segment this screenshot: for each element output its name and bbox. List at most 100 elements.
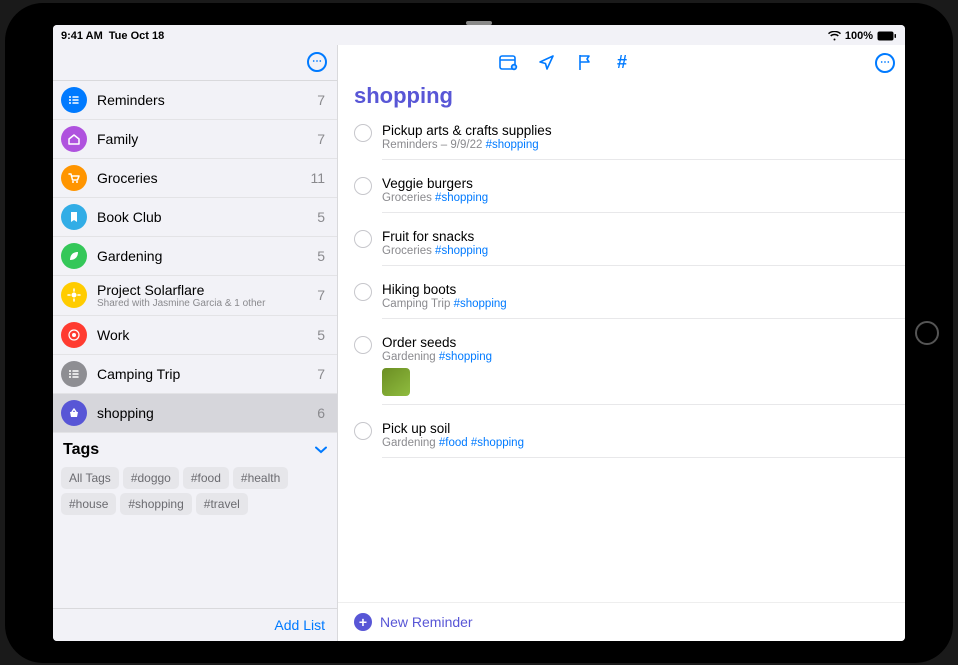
reminder-title: Hiking boots — [382, 282, 905, 297]
sidebar-item-groceries[interactable]: Groceries 11 — [53, 159, 337, 198]
list-count: 5 — [317, 327, 325, 343]
location-icon[interactable] — [536, 53, 556, 73]
reminder-thumbnail[interactable] — [382, 368, 410, 396]
sun-icon — [61, 282, 87, 308]
detail-more-button[interactable]: ⋯ — [875, 53, 895, 73]
tag-chip[interactable]: #travel — [196, 493, 248, 515]
reminder-subtitle: Groceries #shopping — [382, 192, 905, 204]
list-count: 5 — [317, 248, 325, 264]
sidebar-item-family[interactable]: Family 7 — [53, 120, 337, 159]
reminder-item[interactable]: Order seedsGardening #shopping — [338, 327, 905, 413]
sidebar-item-camping-trip[interactable]: Camping Trip 7 — [53, 355, 337, 394]
tags-header[interactable]: Tags — [61, 437, 329, 463]
ipad-bezel: 9:41 AM Tue Oct 18 100% ⋯ Reminders7Fami… — [5, 3, 953, 663]
detail-pane: # ⋯ shopping Pickup arts & crafts suppli… — [338, 45, 905, 641]
reminder-subtitle: Groceries #shopping — [382, 245, 905, 257]
sidebar-item-book-club[interactable]: Book Club 5 — [53, 198, 337, 237]
reminder-item[interactable]: Fruit for snacksGroceries #shopping — [338, 221, 905, 274]
list-count: 5 — [317, 209, 325, 225]
list-name: Work — [97, 327, 307, 343]
list-count: 7 — [317, 92, 325, 108]
list-count: 7 — [317, 287, 325, 303]
reminder-title: Fruit for snacks — [382, 229, 905, 244]
list-count: 11 — [310, 170, 325, 186]
calendar-icon[interactable] — [498, 53, 518, 73]
list-subtitle: Shared with Jasmine Garcia & 1 other — [97, 298, 307, 309]
cart-icon — [61, 165, 87, 191]
battery-icon — [877, 31, 897, 41]
reminder-checkbox[interactable] — [354, 336, 372, 354]
status-date: Tue Oct 18 — [109, 30, 164, 42]
reminder-item[interactable]: Pick up soilGardening #food #shopping — [338, 413, 905, 466]
reminder-checkbox[interactable] — [354, 177, 372, 195]
tag-chip[interactable]: #doggo — [123, 467, 179, 489]
grabber-pill — [466, 21, 492, 25]
sidebar-lists: Reminders7Family7Groceries11Book Club5Ga… — [53, 81, 337, 433]
reminder-item[interactable]: Pickup arts & crafts suppliesReminders –… — [338, 115, 905, 168]
tag-chip[interactable]: #health — [233, 467, 288, 489]
list-name: Project Solarflare — [97, 282, 307, 298]
list-count: 7 — [317, 366, 325, 382]
reminder-checkbox[interactable] — [354, 422, 372, 440]
list-name: Reminders — [97, 92, 307, 108]
sidebar: ⋯ Reminders 7 Family 7 Groceries 11 Book Club 5… — [53, 45, 338, 641]
hashtag-icon[interactable]: # — [612, 53, 632, 73]
home-button[interactable] — [915, 321, 939, 345]
list-count: 6 — [317, 405, 325, 421]
plus-icon: + — [354, 613, 372, 631]
add-list-label: Add List — [274, 617, 325, 633]
list-name: shopping — [97, 405, 307, 421]
tags-title: Tags — [63, 441, 99, 459]
list-icon — [61, 361, 87, 387]
sidebar-more-button[interactable]: ⋯ — [307, 52, 327, 72]
reminder-item[interactable]: Hiking bootsCamping Trip #shopping — [338, 274, 905, 327]
tag-chip[interactable]: #food — [183, 467, 229, 489]
reminder-subtitle: Camping Trip #shopping — [382, 298, 905, 310]
sidebar-item-work[interactable]: Work 5 — [53, 316, 337, 355]
tag-chip[interactable]: All Tags — [61, 467, 119, 489]
detail-toolbar: # — [498, 53, 632, 73]
bookmark-icon — [61, 204, 87, 230]
detail-title: shopping — [338, 81, 905, 115]
new-reminder-label: New Reminder — [380, 614, 473, 630]
list-icon — [61, 87, 87, 113]
tag-chip[interactable]: #shopping — [120, 493, 191, 515]
sidebar-item-project-solarflare[interactable]: Project SolarflareShared with Jasmine Ga… — [53, 276, 337, 316]
chevron-down-icon — [315, 441, 327, 459]
reminder-subtitle: Gardening #shopping — [382, 351, 905, 363]
reminder-subtitle: Reminders – 9/9/22 #shopping — [382, 139, 905, 151]
list-name: Groceries — [97, 170, 300, 186]
screen: 9:41 AM Tue Oct 18 100% ⋯ Reminders7Fami… — [53, 25, 905, 641]
sidebar-item-reminders[interactable]: Reminders 7 — [53, 81, 337, 120]
leaf-icon — [61, 243, 87, 269]
reminder-title: Order seeds — [382, 335, 905, 350]
reminders-list: Pickup arts & crafts suppliesReminders –… — [338, 115, 905, 602]
sidebar-item-shopping[interactable]: shopping 6 — [53, 394, 337, 433]
reminder-checkbox[interactable] — [354, 124, 372, 142]
new-reminder-button[interactable]: + New Reminder — [338, 602, 905, 641]
list-name: Family — [97, 131, 307, 147]
reminder-checkbox[interactable] — [354, 283, 372, 301]
reminder-title: Veggie burgers — [382, 176, 905, 191]
list-name: Book Club — [97, 209, 307, 225]
wifi-icon — [828, 31, 841, 41]
battery-percent: 100% — [845, 30, 873, 42]
basket-icon — [61, 400, 87, 426]
flag-icon[interactable] — [574, 53, 594, 73]
home-icon — [61, 126, 87, 152]
tags-wrap: All Tags#doggo#food#health #house#shoppin… — [61, 467, 329, 515]
add-list-button[interactable]: Add List — [53, 608, 337, 641]
reminder-subtitle: Gardening #food #shopping — [382, 437, 905, 449]
reminder-item[interactable]: Veggie burgersGroceries #shopping — [338, 168, 905, 221]
reminder-title: Pickup arts & crafts supplies — [382, 123, 905, 138]
star-icon — [61, 322, 87, 348]
list-count: 7 — [317, 131, 325, 147]
reminder-checkbox[interactable] — [354, 230, 372, 248]
list-name: Gardening — [97, 248, 307, 264]
list-name: Camping Trip — [97, 366, 307, 382]
sidebar-item-gardening[interactable]: Gardening 5 — [53, 237, 337, 276]
reminder-title: Pick up soil — [382, 421, 905, 436]
status-bar: 9:41 AM Tue Oct 18 100% — [53, 25, 905, 45]
status-time: 9:41 AM — [61, 30, 103, 42]
tag-chip[interactable]: #house — [61, 493, 116, 515]
